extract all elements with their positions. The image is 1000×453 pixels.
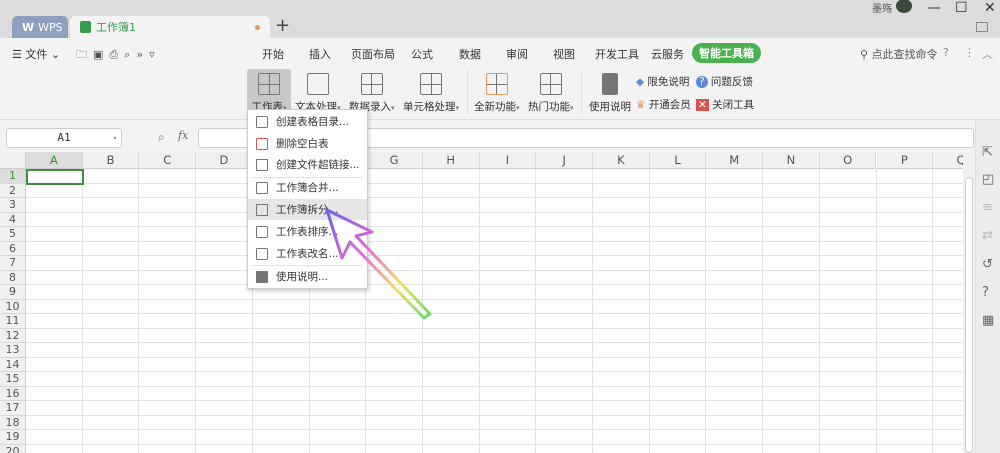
annotation-arrow bbox=[325, 208, 432, 320]
arrow-outline bbox=[325, 208, 432, 320]
